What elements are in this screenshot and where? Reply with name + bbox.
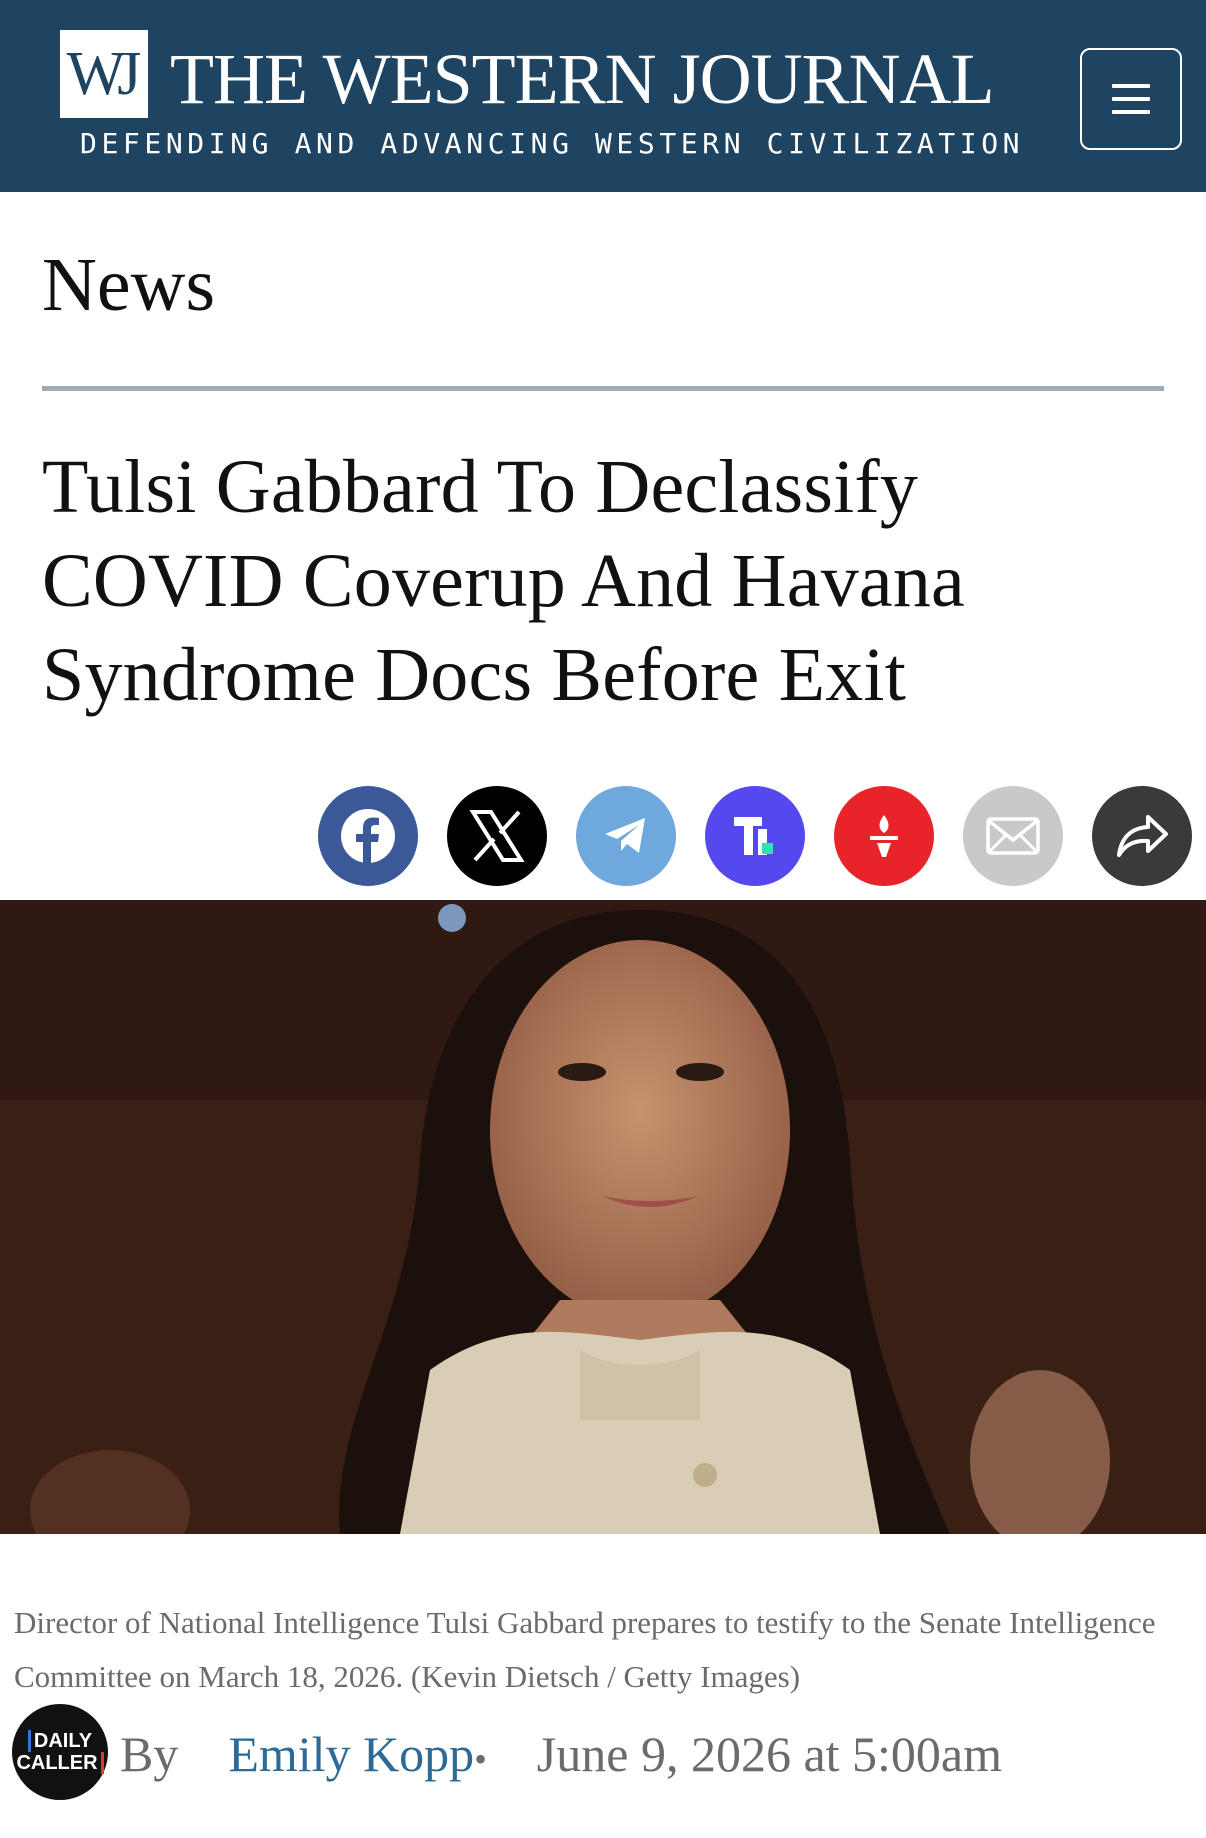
section-divider [42, 386, 1164, 391]
truth-social-icon [734, 817, 773, 855]
daily-caller-logo-line-2: CALLER [16, 1752, 104, 1774]
section-label[interactable]: News [42, 240, 215, 330]
x-icon [469, 810, 525, 862]
site-tagline: DEFENDING AND ADVANCING WESTERN CIVILIZA… [80, 127, 1025, 160]
byline-text: By Emily Kopp• June 9, 2026 at 5:00am [120, 1724, 1002, 1789]
envelope-icon [986, 817, 1040, 855]
site-title[interactable]: THE WESTERN JOURNAL [170, 38, 995, 120]
by-label: By [120, 1726, 179, 1782]
publish-date: June 9, 2026 at 5:00am [536, 1726, 1003, 1782]
portrait-photo [0, 900, 1206, 1534]
share-truth-social-button[interactable] [705, 786, 805, 886]
byline-separator: • [474, 1739, 487, 1779]
share-more-button[interactable] [1092, 786, 1192, 886]
menu-button[interactable] [1080, 48, 1182, 150]
share-arrow-icon [1117, 815, 1168, 857]
author-link[interactable]: Emily Kopp [228, 1726, 474, 1782]
site-header: WJ THE WESTERN JOURNAL DEFENDING AND ADV… [0, 0, 1206, 192]
facebook-icon [341, 809, 395, 863]
daily-caller-logo-line-1: DAILY [27, 1730, 92, 1752]
site-logo[interactable]: WJ [60, 30, 148, 118]
share-gettr-button[interactable] [834, 786, 934, 886]
daily-caller-logo[interactable]: DAILY CALLER [12, 1704, 108, 1800]
telegram-icon [605, 818, 645, 853]
share-facebook-button[interactable] [318, 786, 418, 886]
hamburger-menu-icon [1112, 84, 1150, 114]
share-email-button[interactable] [963, 786, 1063, 886]
article-byline: DAILY CALLER By Emily Kopp• June 9, 2026… [12, 1700, 1202, 1800]
image-caption: Director of National Intelligence Tulsi … [14, 1605, 1156, 1694]
share-x-button[interactable] [447, 786, 547, 886]
gettr-icon [870, 815, 898, 857]
article-hero-image [0, 900, 1206, 1534]
share-telegram-button[interactable] [576, 786, 676, 886]
article-headline: Tulsi Gabbard To Declassify COVID Coveru… [42, 445, 965, 717]
